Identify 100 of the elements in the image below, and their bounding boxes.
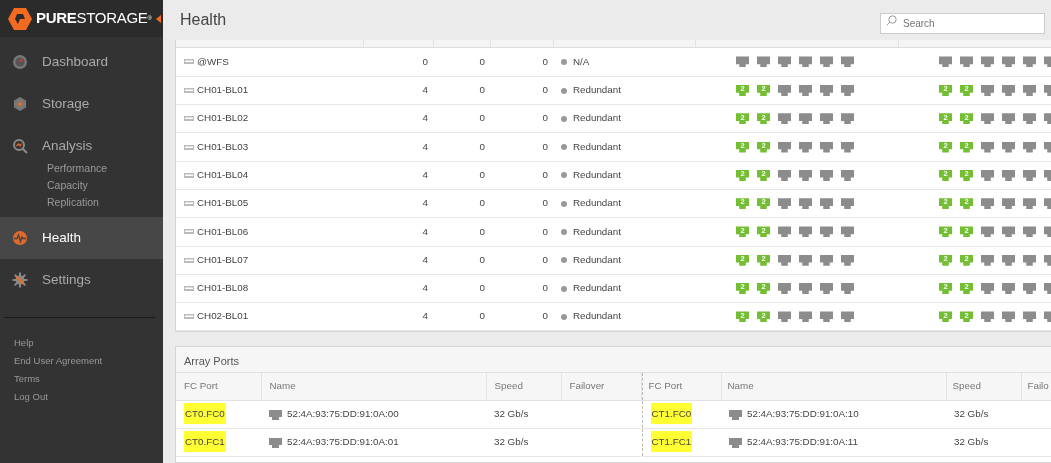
nav-item[interactable]: Analysis xyxy=(0,132,163,160)
port-name: 52:4A:93:75:DD:91:0A:10 xyxy=(747,408,859,420)
host-icon xyxy=(184,88,194,93)
nav-subitem[interactable]: Replication xyxy=(0,194,163,211)
nav-subitem[interactable]: Capacity xyxy=(0,177,163,194)
host-name: CH01-BL03 xyxy=(197,140,249,152)
host-icon xyxy=(184,201,194,207)
port-id: CT1.FC1 xyxy=(650,431,693,453)
status-text: N/A xyxy=(573,55,590,67)
status-dot xyxy=(561,313,567,320)
port-icon xyxy=(729,437,742,448)
nav-subitem[interactable]: Performance xyxy=(0,160,163,177)
host-icon xyxy=(184,144,194,150)
nav-item[interactable]: Storage xyxy=(0,83,163,125)
gear-icon xyxy=(12,272,28,288)
host-name: @WFS xyxy=(197,55,229,67)
table-cell: 0 xyxy=(479,112,485,124)
status-dot xyxy=(561,257,567,264)
table-cell: 4 xyxy=(422,197,428,209)
column-header: Failo xyxy=(1027,380,1049,392)
magnifier-chart-icon xyxy=(12,138,28,154)
table-cell: 4 xyxy=(422,140,428,152)
column-header: FC Port xyxy=(648,380,683,392)
port-id: CT1.FC0 xyxy=(650,403,693,425)
table-cell: 4 xyxy=(422,169,428,180)
status-dot xyxy=(561,58,567,65)
host-name: CH01-BL02 xyxy=(197,112,249,124)
port-name: 52:4A:93:75:DD:91:0A:00 xyxy=(287,408,399,420)
table-cell: 0 xyxy=(542,84,548,96)
port-name: 52:4A:93:75:DD:91:0A:01 xyxy=(287,436,399,448)
table-cell: 0 xyxy=(542,253,548,265)
host-icon xyxy=(184,229,194,235)
collapse-icon[interactable] xyxy=(155,14,161,23)
table-cell: 0 xyxy=(479,84,485,96)
host-name: CH01-BL01 xyxy=(197,84,249,96)
host-name: CH01-BL08 xyxy=(197,282,249,294)
table-cell: 0 xyxy=(479,253,485,265)
status-text: Redundant xyxy=(573,310,621,322)
nav-item[interactable]: Dashboard xyxy=(0,41,163,83)
status-dot xyxy=(561,200,567,207)
port-id: CT0.FC0 xyxy=(184,403,226,425)
table-cell: 0 xyxy=(479,282,485,294)
status-dot xyxy=(561,87,567,94)
column-header: Name xyxy=(727,380,754,392)
status-text: Redundant xyxy=(573,253,621,265)
table-cell: 0 xyxy=(542,225,548,237)
status-dot xyxy=(561,229,567,235)
host-icon xyxy=(184,59,194,65)
footer-link[interactable]: Log Out xyxy=(0,388,163,406)
host-icon xyxy=(184,286,194,292)
host-icon xyxy=(184,172,194,178)
gauge-icon xyxy=(12,54,28,70)
footer-link[interactable]: Help xyxy=(0,334,163,352)
search-field[interactable]: Search xyxy=(880,12,1045,34)
port-speed: 32 Gb/s xyxy=(954,436,989,448)
table-cell: 0 xyxy=(479,225,485,237)
status-text: Redundant xyxy=(573,84,621,96)
table-cell: 4 xyxy=(422,282,428,294)
table-cell: 0 xyxy=(479,55,485,67)
status-text: Redundant xyxy=(573,197,621,209)
column-header: Name xyxy=(269,380,296,392)
host-name: CH01-BL07 xyxy=(197,253,249,265)
status-text: Redundant xyxy=(573,225,621,237)
table-cell: 0 xyxy=(542,282,548,294)
table-cell: 0 xyxy=(479,197,485,209)
port-name: 52:4A:93:75:DD:91:0A:11 xyxy=(747,436,858,448)
host-name: CH01-BL04 xyxy=(197,169,249,180)
port-speed: 32 Gb/s xyxy=(494,436,529,448)
port-icon xyxy=(269,409,282,420)
status-dot xyxy=(561,144,567,151)
host-icon xyxy=(184,314,194,320)
status-text: Redundant xyxy=(573,169,621,180)
table-cell: 4 xyxy=(422,112,428,124)
port-icon xyxy=(269,437,282,448)
host-name: CH02-BL01 xyxy=(197,310,249,322)
port-speed: 32 Gb/s xyxy=(954,408,989,420)
heartbeat-icon xyxy=(12,230,28,246)
table-cell: 0 xyxy=(542,197,548,209)
logo-text: PURESTORAGE$^{®}$ xyxy=(36,8,152,29)
column-header: Failover xyxy=(569,380,605,392)
host-name: CH01-BL05 xyxy=(197,197,249,209)
footer-link[interactable]: Terms xyxy=(0,370,163,388)
panel-title: Array Ports xyxy=(176,347,1051,374)
footer-link[interactable]: End User Agreement xyxy=(0,352,163,370)
port-speed: 32 Gb/s xyxy=(494,408,529,420)
nav-item[interactable]: Settings xyxy=(0,259,163,301)
status-text: Redundant xyxy=(573,112,621,124)
host-name: CH01-BL06 xyxy=(197,225,249,237)
table-cell: 0 xyxy=(479,310,485,322)
port-icon xyxy=(729,409,742,420)
table-cell: 4 xyxy=(422,84,428,96)
host-icon xyxy=(184,257,194,263)
logo-icon xyxy=(8,7,32,30)
nav-item[interactable]: Health xyxy=(0,217,163,259)
table-cell: 0 xyxy=(542,55,548,67)
status-text: Redundant xyxy=(573,140,621,152)
host-icon xyxy=(184,116,194,122)
status-dot xyxy=(561,172,567,179)
table-cell: 4 xyxy=(422,253,428,265)
table-cell: 0 xyxy=(542,310,548,322)
